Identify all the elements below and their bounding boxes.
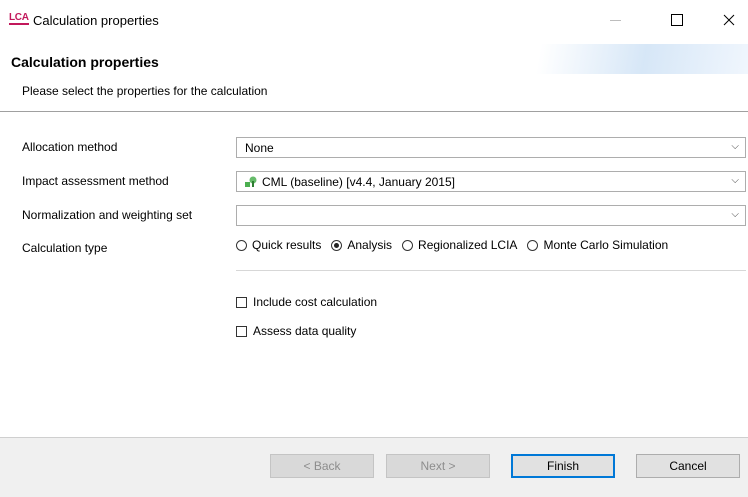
impact-method-icon [245,176,257,187]
normalization-weighting-select[interactable]: ⌵ [236,205,746,226]
impact-assessment-method-select[interactable]: CML (baseline) [v4.4, January 2015] ⌵ [236,171,746,192]
include-cost-checkbox[interactable]: Include cost calculation [236,295,377,309]
calculation-type-radio-group: Quick results Analysis Regionalized LCIA… [236,238,668,252]
calculation-properties-dialog: LCA Calculation properties Calculation p… [0,0,748,497]
window-title: Calculation properties [33,13,159,28]
chevron-down-icon: ⌵ [731,141,739,152]
allocation-method-label: Allocation method [22,140,118,154]
chevron-down-icon: ⌵ [731,209,739,220]
close-icon [723,14,735,26]
radio-button[interactable] [527,239,539,251]
header-banner-graphic [488,44,748,74]
calculation-type-label: Calculation type [22,241,108,255]
finish-button[interactable]: Finish [511,454,615,478]
chevron-down-icon: ⌵ [731,175,739,186]
assess-data-quality-checkbox[interactable]: Assess data quality [236,324,356,338]
maximize-icon [671,14,683,26]
page-title: Calculation properties [11,54,159,70]
radio-monte-carlo[interactable]: Monte Carlo Simulation [527,238,668,252]
minimize-button[interactable] [592,4,638,36]
options-divider [236,270,746,271]
close-button[interactable] [706,4,748,36]
page-subtitle: Please select the properties for the cal… [22,84,268,98]
radio-label: Regionalized LCIA [418,238,518,252]
radio-label: Monte Carlo Simulation [543,238,669,252]
minimize-icon [609,19,621,21]
checkbox[interactable] [236,325,247,337]
next-button[interactable]: Next > [386,454,490,478]
radio-label: Analysis [347,238,393,252]
radio-quick-results[interactable]: Quick results [236,238,321,252]
allocation-method-select[interactable]: None ⌵ [236,137,746,158]
radio-button[interactable] [236,239,247,251]
allocation-method-value: None [245,141,274,155]
radio-button[interactable] [402,239,414,251]
impact-assessment-method-label: Impact assessment method [22,174,169,188]
wizard-header: Calculation properties Please select the… [0,44,748,111]
title-bar: LCA Calculation properties [0,0,748,44]
radio-analysis[interactable]: Analysis [331,238,392,252]
radio-label: Quick results [252,238,322,252]
radio-regionalized-lcia[interactable]: Regionalized LCIA [402,238,517,252]
app-logo-icon: LCA [9,12,29,25]
impact-assessment-method-value-wrap: CML (baseline) [v4.4, January 2015] [245,175,455,189]
cancel-button[interactable]: Cancel [636,454,740,478]
radio-button-selected[interactable] [331,239,343,251]
normalization-weighting-label: Normalization and weighting set [22,208,193,222]
impact-assessment-method-value: CML (baseline) [v4.4, January 2015] [262,175,455,189]
back-button[interactable]: < Back [270,454,374,478]
checkbox-label: Assess data quality [253,324,357,338]
wizard-footer: < Back Next > Finish Cancel [0,438,748,497]
maximize-button[interactable] [654,4,700,36]
checkbox[interactable] [236,296,247,308]
checkbox-label: Include cost calculation [253,295,378,309]
form-content: Allocation method None ⌵ Impact assessme… [0,112,748,437]
radio-selected-dot [334,242,340,248]
